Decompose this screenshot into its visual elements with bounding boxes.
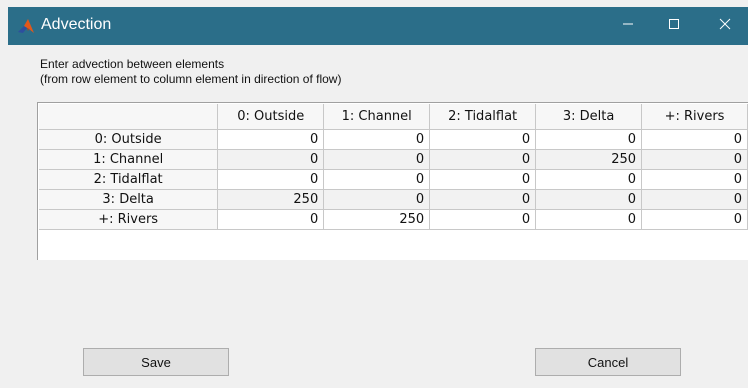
column-header[interactable]: 2: Tidalflat (429, 104, 537, 130)
row-header[interactable]: 1: Channel (39, 149, 219, 170)
advection-table[interactable]: 0: Outside 1: Channel 2: Tidalflat 3: De… (39, 104, 748, 230)
table-cell[interactable]: 0 (429, 129, 537, 150)
table-row: 1: Channel 0 0 0 250 0 (39, 149, 748, 170)
table-cell[interactable]: 0 (641, 169, 748, 190)
table-cell[interactable]: 0 (323, 129, 431, 150)
save-button[interactable]: Save (83, 348, 229, 376)
table-cell[interactable]: 0 (429, 169, 537, 190)
instruction-line-2: (from row element to column element in d… (40, 72, 342, 86)
table-cell[interactable]: 0 (323, 169, 431, 190)
row-header[interactable]: +: Rivers (39, 209, 219, 230)
table-row: 3: Delta 250 0 0 0 0 (39, 189, 748, 210)
column-header[interactable]: 3: Delta (535, 104, 643, 130)
table-cell[interactable]: 0 (535, 169, 643, 190)
table-cell[interactable]: 0 (535, 189, 643, 210)
corner-cell (39, 104, 219, 130)
table-cell[interactable]: 0 (217, 149, 325, 170)
column-header[interactable]: 0: Outside (217, 104, 325, 130)
table-cell[interactable]: 250 (323, 209, 431, 230)
table-cell[interactable]: 0 (217, 209, 325, 230)
row-header[interactable]: 2: Tidalflat (39, 169, 219, 190)
table-cell[interactable]: 250 (535, 149, 643, 170)
close-button[interactable] (702, 7, 748, 45)
table-cell[interactable]: 0 (323, 149, 431, 170)
table-row: 2: Tidalflat 0 0 0 0 0 (39, 169, 748, 190)
column-header[interactable]: +: Rivers (641, 104, 748, 130)
table-cell[interactable]: 0 (641, 189, 748, 210)
table-cell[interactable]: 0 (641, 129, 748, 150)
table-cell[interactable]: 0 (535, 129, 643, 150)
table-cell[interactable]: 0 (429, 189, 537, 210)
header-row: 0: Outside 1: Channel 2: Tidalflat 3: De… (39, 104, 748, 130)
table-cell[interactable]: 0 (217, 129, 325, 150)
table-cell[interactable]: 0 (429, 149, 537, 170)
table-cell[interactable]: 0 (535, 209, 643, 230)
table-row: +: Rivers 0 250 0 0 0 (39, 209, 748, 230)
title-bar[interactable]: Advection (8, 7, 748, 45)
close-icon (719, 17, 731, 35)
row-header[interactable]: 0: Outside (39, 129, 219, 150)
window-title: Advection (41, 16, 112, 33)
table-row: 0: Outside 0 0 0 0 0 (39, 129, 748, 150)
instruction-line-1: Enter advection between elements (40, 57, 225, 71)
minimize-button[interactable] (605, 7, 651, 45)
cancel-button[interactable]: Cancel (535, 348, 681, 376)
row-header[interactable]: 3: Delta (39, 189, 219, 210)
table-cell[interactable]: 250 (217, 189, 325, 210)
advection-window: Advection Enter advection between elemen… (0, 0, 748, 388)
table-cell[interactable]: 0 (323, 189, 431, 210)
minimize-icon (622, 17, 634, 35)
maximize-icon (668, 17, 680, 35)
table-cell[interactable]: 0 (429, 209, 537, 230)
table-cell[interactable]: 0 (217, 169, 325, 190)
table-cell[interactable]: 0 (641, 149, 748, 170)
table-cell[interactable]: 0 (641, 209, 748, 230)
column-header[interactable]: 1: Channel (323, 104, 431, 130)
maximize-button[interactable] (651, 7, 697, 45)
matlab-icon (17, 17, 35, 35)
